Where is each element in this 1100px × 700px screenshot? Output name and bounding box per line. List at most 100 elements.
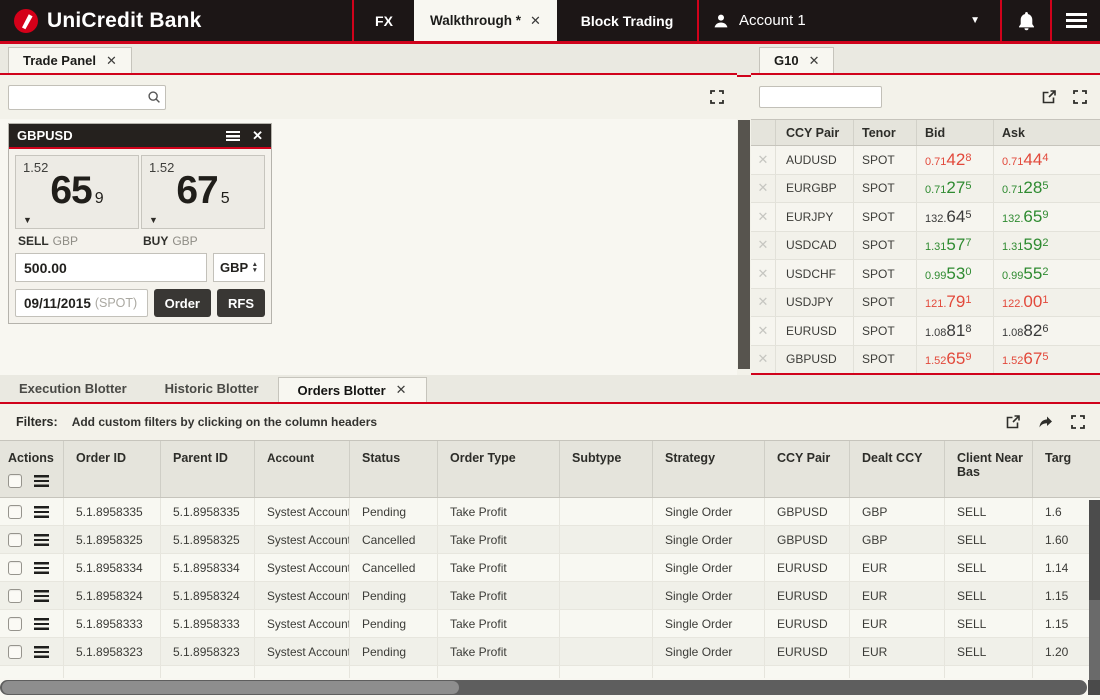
rfs-button[interactable]: RFS: [217, 289, 265, 317]
col-actions[interactable]: Actions: [0, 441, 64, 497]
quote-row[interactable]: ✕EURGBPSPOT0.712750.71285: [751, 175, 1100, 204]
horizontal-scrollbar[interactable]: [0, 680, 1087, 695]
tab-orders-blotter[interactable]: Orders Blotter ✕: [278, 377, 427, 402]
fullscreen-icon[interactable]: [1070, 414, 1086, 430]
bid-price[interactable]: 0.99530: [917, 260, 994, 288]
ask-price[interactable]: 122.001: [994, 289, 1100, 317]
nav-fx[interactable]: FX: [352, 0, 414, 41]
bid-price[interactable]: 0.71275: [917, 175, 994, 203]
col-ccy-pair[interactable]: CCY Pair: [776, 120, 854, 145]
sell-price-tile[interactable]: 1.52 65 9 ▼: [15, 155, 139, 229]
tab-execution-blotter[interactable]: Execution Blotter: [0, 375, 146, 402]
order-row[interactable]: 5.1.89583355.1.8958335Systest Account 1P…: [0, 498, 1100, 526]
currency-select[interactable]: GBP ▲▼: [213, 253, 265, 282]
col-client-near-base[interactable]: Client Near Bas: [945, 441, 1033, 497]
bid-price[interactable]: 0.71428: [917, 146, 994, 174]
widget-close-icon[interactable]: ✕: [252, 128, 263, 144]
col-subtype[interactable]: Subtype: [560, 441, 653, 497]
ask-price[interactable]: 0.71444: [994, 146, 1100, 174]
ask-price[interactable]: 1.31592: [994, 232, 1100, 260]
remove-quote-icon[interactable]: ✕: [758, 323, 769, 339]
tab-g10[interactable]: G10 ✕: [759, 47, 834, 73]
col-ccy-pair[interactable]: CCY Pair: [765, 441, 850, 497]
row-menu-icon[interactable]: [34, 618, 49, 630]
quote-row[interactable]: ✕USDJPYSPOT121.791122.001: [751, 289, 1100, 318]
quote-row[interactable]: ✕USDCHFSPOT0.995300.99552: [751, 260, 1100, 289]
order-row[interactable]: 5.1.89583335.1.8958333Systest Account 1P…: [0, 610, 1100, 638]
col-order-id[interactable]: Order ID: [64, 441, 161, 497]
ask-price[interactable]: 1.52675: [994, 346, 1100, 374]
vertical-scrollbar[interactable]: [1089, 500, 1100, 680]
actions-menu-icon[interactable]: [34, 475, 49, 487]
remove-quote-icon[interactable]: ✕: [758, 266, 769, 282]
tab-historic-blotter[interactable]: Historic Blotter: [146, 375, 278, 402]
order-row[interactable]: 5.1.89583245.1.8958324Systest Account 1P…: [0, 582, 1100, 610]
close-icon[interactable]: ✕: [396, 382, 407, 398]
order-row[interactable]: 5.1.89583235.1.8958323Systest Account 1P…: [0, 638, 1100, 666]
ask-price[interactable]: 0.99552: [994, 260, 1100, 288]
select-all-checkbox[interactable]: [8, 474, 22, 488]
quote-row[interactable]: ✕EURJPYSPOT132.645132.659: [751, 203, 1100, 232]
fullscreen-icon[interactable]: [1072, 89, 1088, 105]
col-account[interactable]: Account: [255, 441, 350, 497]
buy-price-tile[interactable]: 1.52 67 5 ▼: [141, 155, 265, 229]
tab-walkthrough[interactable]: Walkthrough * ✕: [414, 0, 557, 41]
bid-price[interactable]: 1.31577: [917, 232, 994, 260]
row-checkbox[interactable]: [8, 589, 22, 603]
fullscreen-icon[interactable]: [709, 89, 725, 105]
scrollbar-thumb[interactable]: [1089, 500, 1100, 600]
share-icon[interactable]: [1037, 414, 1054, 430]
row-checkbox[interactable]: [8, 645, 22, 659]
scrollbar-thumb[interactable]: [2, 681, 459, 694]
col-order-type[interactable]: Order Type: [438, 441, 560, 497]
row-menu-icon[interactable]: [34, 590, 49, 602]
remove-quote-icon[interactable]: ✕: [758, 351, 769, 367]
row-checkbox[interactable]: [8, 617, 22, 631]
col-target[interactable]: Targ: [1033, 441, 1100, 497]
quote-row[interactable]: ✕GBPUSDSPOT1.526591.52675: [751, 346, 1100, 375]
remove-quote-icon[interactable]: ✕: [758, 294, 769, 310]
vertical-scrollbar[interactable]: [738, 120, 750, 369]
row-menu-icon[interactable]: [34, 562, 49, 574]
bid-price[interactable]: 132.645: [917, 203, 994, 231]
close-icon[interactable]: ✕: [809, 53, 820, 69]
order-row[interactable]: 5.1.89583345.1.8958334Systest Account 1C…: [0, 554, 1100, 582]
row-menu-icon[interactable]: [34, 506, 49, 518]
close-icon[interactable]: ✕: [530, 13, 541, 29]
chevron-down-icon[interactable]: ▼: [23, 215, 32, 225]
col-dealt-ccy[interactable]: Dealt CCY: [850, 441, 945, 497]
tab-trade-panel[interactable]: Trade Panel ✕: [8, 47, 132, 73]
row-menu-icon[interactable]: [34, 646, 49, 658]
quote-row[interactable]: ✕EURUSDSPOT1.088181.08826: [751, 317, 1100, 346]
bid-price[interactable]: 1.08818: [917, 317, 994, 345]
close-icon[interactable]: ✕: [106, 53, 117, 69]
col-parent-id[interactable]: Parent ID: [161, 441, 255, 497]
widget-menu-icon[interactable]: [226, 131, 240, 141]
col-status[interactable]: Status: [350, 441, 438, 497]
popout-icon[interactable]: [1005, 414, 1021, 430]
ask-price[interactable]: 0.71285: [994, 175, 1100, 203]
popout-icon[interactable]: [1041, 89, 1057, 105]
notifications-button[interactable]: [1000, 0, 1050, 41]
col-tenor[interactable]: Tenor: [854, 120, 917, 145]
order-button[interactable]: Order: [154, 289, 211, 317]
remove-quote-icon[interactable]: ✕: [758, 209, 769, 225]
order-row[interactable]: 5.1.89583255.1.8958325Systest Account 1C…: [0, 526, 1100, 554]
remove-quote-icon[interactable]: ✕: [758, 237, 769, 253]
account-selector[interactable]: Account 1 ▼: [697, 0, 1000, 41]
ask-price[interactable]: 132.659: [994, 203, 1100, 231]
row-checkbox[interactable]: [8, 533, 22, 547]
col-bid[interactable]: Bid: [917, 120, 994, 145]
quote-row[interactable]: ✕AUDUSDSPOT0.714280.71444: [751, 146, 1100, 175]
search-input[interactable]: [8, 85, 166, 110]
bid-price[interactable]: 1.52659: [917, 346, 994, 374]
bid-price[interactable]: 121.791: [917, 289, 994, 317]
settlement-date-input[interactable]: 09/11/2015 (SPOT): [15, 289, 148, 317]
amount-input[interactable]: [15, 253, 207, 282]
remove-quote-icon[interactable]: ✕: [758, 180, 769, 196]
search-input[interactable]: [759, 86, 882, 108]
row-checkbox[interactable]: [8, 561, 22, 575]
row-menu-icon[interactable]: [34, 534, 49, 546]
tab-block-trading[interactable]: Block Trading: [557, 0, 697, 41]
chevron-down-icon[interactable]: ▼: [149, 215, 158, 225]
